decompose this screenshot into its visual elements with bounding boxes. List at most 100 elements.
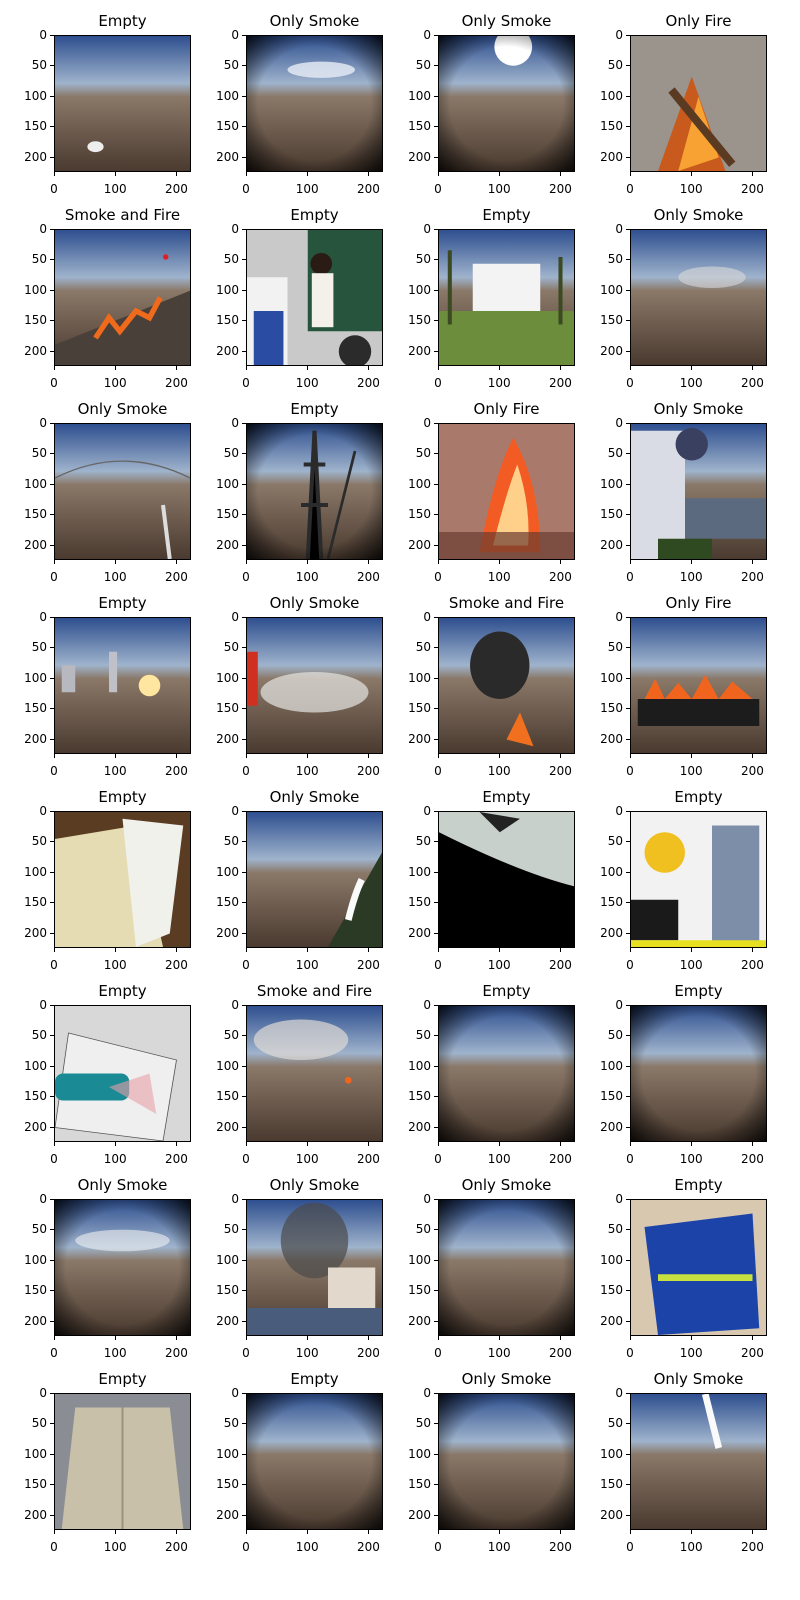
- image-panel: Empty 0 50 100 150 200 0 100 200: [0, 970, 200, 1169]
- y-tick-mark: [50, 1423, 54, 1425]
- y-tick-mark: [242, 1484, 246, 1486]
- y-tick-mark: [626, 1423, 630, 1425]
- x-tick-mark: [560, 172, 562, 176]
- panel-title: Smoke and Fire: [256, 982, 373, 1000]
- y-tick-mark: [242, 229, 246, 230]
- x-tick-mark: [115, 366, 117, 370]
- panel-title: Only Fire: [665, 594, 732, 612]
- y-tick-label: 100: [216, 282, 239, 297]
- panel-image: [54, 1005, 191, 1142]
- panel-title: Empty: [290, 206, 339, 224]
- y-tick-label: 150: [216, 313, 239, 328]
- x-tick-mark: [752, 560, 754, 564]
- y-tick-mark: [50, 126, 54, 128]
- y-tick-mark: [242, 1005, 246, 1006]
- x-tick-mark: [246, 560, 247, 564]
- panel-title: Empty: [482, 788, 531, 806]
- y-tick-mark: [242, 1453, 246, 1455]
- image-panel: Only Smoke 0 50 100 150 200 0 100 200: [0, 1164, 200, 1363]
- x-tick-mark: [691, 754, 693, 758]
- image-panel: Smoke and Fire 0 50 100 150 200 0 100 200: [0, 194, 200, 393]
- x-tick-mark: [246, 1530, 247, 1534]
- y-tick-mark: [434, 1065, 438, 1067]
- x-tick-mark: [691, 172, 693, 176]
- y-tick-mark: [626, 1290, 630, 1292]
- panel-image: [246, 617, 383, 754]
- image-panel: Empty 0 50 100 150 200 0 100 200: [384, 194, 584, 393]
- panel-title: Only Smoke: [77, 1176, 168, 1194]
- y-tick-label: 150: [408, 507, 431, 522]
- y-tick-label: 200: [408, 149, 431, 164]
- y-tick-label: 0: [231, 1192, 239, 1206]
- y-tick-mark: [50, 259, 54, 261]
- panel-image: [54, 423, 191, 560]
- y-tick-label: 0: [231, 804, 239, 818]
- image-grid: Empty 0 50 100 150 200 0 100 200 Only Smoke 0 50 100…: [0, 0, 800, 1600]
- y-tick-label: 150: [24, 1477, 47, 1492]
- image-panel: Empty 0 50 100 150 200 0 100 200: [576, 1164, 776, 1363]
- image-panel: Only Fire 0 50 100 150 200 0 100 200: [576, 0, 776, 199]
- y-tick-label: 200: [600, 731, 623, 746]
- panel-image: [630, 1199, 767, 1336]
- x-tick-mark: [176, 1142, 178, 1146]
- y-tick-mark: [626, 1453, 630, 1455]
- y-tick-mark: [434, 1393, 438, 1394]
- y-tick-label: 200: [24, 1313, 47, 1328]
- y-tick-mark: [434, 738, 438, 740]
- y-tick-label: 150: [600, 313, 623, 328]
- y-tick-mark: [626, 1320, 630, 1322]
- x-tick-mark: [54, 1142, 55, 1146]
- y-tick-label: 150: [216, 1089, 239, 1104]
- y-tick-label: 200: [24, 343, 47, 358]
- y-tick-label: 100: [408, 1446, 431, 1461]
- y-tick-mark: [242, 932, 246, 934]
- y-tick-label: 200: [408, 731, 431, 746]
- x-tick-mark: [176, 560, 178, 564]
- y-tick-mark: [626, 1484, 630, 1486]
- y-tick-label: 100: [600, 1252, 623, 1267]
- y-tick-label: 0: [39, 1192, 47, 1206]
- x-tick-mark: [752, 366, 754, 370]
- y-tick-label: 100: [600, 476, 623, 491]
- y-tick-label: 150: [408, 1477, 431, 1492]
- y-tick-mark: [50, 1290, 54, 1292]
- y-tick-label: 150: [600, 119, 623, 134]
- x-tick-mark: [115, 172, 117, 176]
- x-tick-mark: [307, 1142, 309, 1146]
- y-tick-label: 100: [408, 476, 431, 491]
- x-tick-mark: [115, 1530, 117, 1534]
- y-tick-mark: [626, 647, 630, 649]
- x-tick-mark: [246, 1336, 247, 1340]
- y-tick-label: 0: [423, 998, 431, 1012]
- image-panel: Empty 0 50 100 150 200 0 100 200: [0, 776, 200, 975]
- y-tick-mark: [50, 1229, 54, 1231]
- y-tick-mark: [242, 1393, 246, 1394]
- y-tick-mark: [242, 647, 246, 649]
- x-tick-mark: [630, 172, 631, 176]
- x-tick-mark: [691, 1530, 693, 1534]
- y-tick-label: 150: [408, 119, 431, 134]
- panel-image: [630, 617, 767, 754]
- y-tick-label: 50: [31, 58, 47, 73]
- y-tick-mark: [434, 1290, 438, 1292]
- y-tick-label: 150: [600, 701, 623, 716]
- y-tick-label: 200: [600, 343, 623, 358]
- y-tick-label: 50: [607, 446, 623, 461]
- x-tick-mark: [752, 172, 754, 176]
- y-tick-mark: [434, 95, 438, 97]
- x-tick-mark: [499, 1142, 501, 1146]
- panel-image: [54, 1199, 191, 1336]
- x-tick-mark: [752, 1530, 754, 1534]
- panel-image: [246, 1005, 383, 1142]
- y-tick-mark: [626, 514, 630, 516]
- panel-image: [438, 423, 575, 560]
- y-tick-label: 50: [607, 1028, 623, 1043]
- y-tick-label: 150: [24, 701, 47, 716]
- panel-image: [438, 811, 575, 948]
- y-tick-label: 0: [615, 610, 623, 624]
- image-panel: Empty 0 50 100 150 200 0 100 200: [192, 1358, 392, 1557]
- image-panel: Only Smoke 0 50 100 150 200 0 100 200: [576, 388, 776, 587]
- image-panel: Only Smoke 0 50 100 150 200 0 100 200: [384, 1358, 584, 1557]
- y-tick-mark: [50, 841, 54, 843]
- y-tick-label: 150: [600, 895, 623, 910]
